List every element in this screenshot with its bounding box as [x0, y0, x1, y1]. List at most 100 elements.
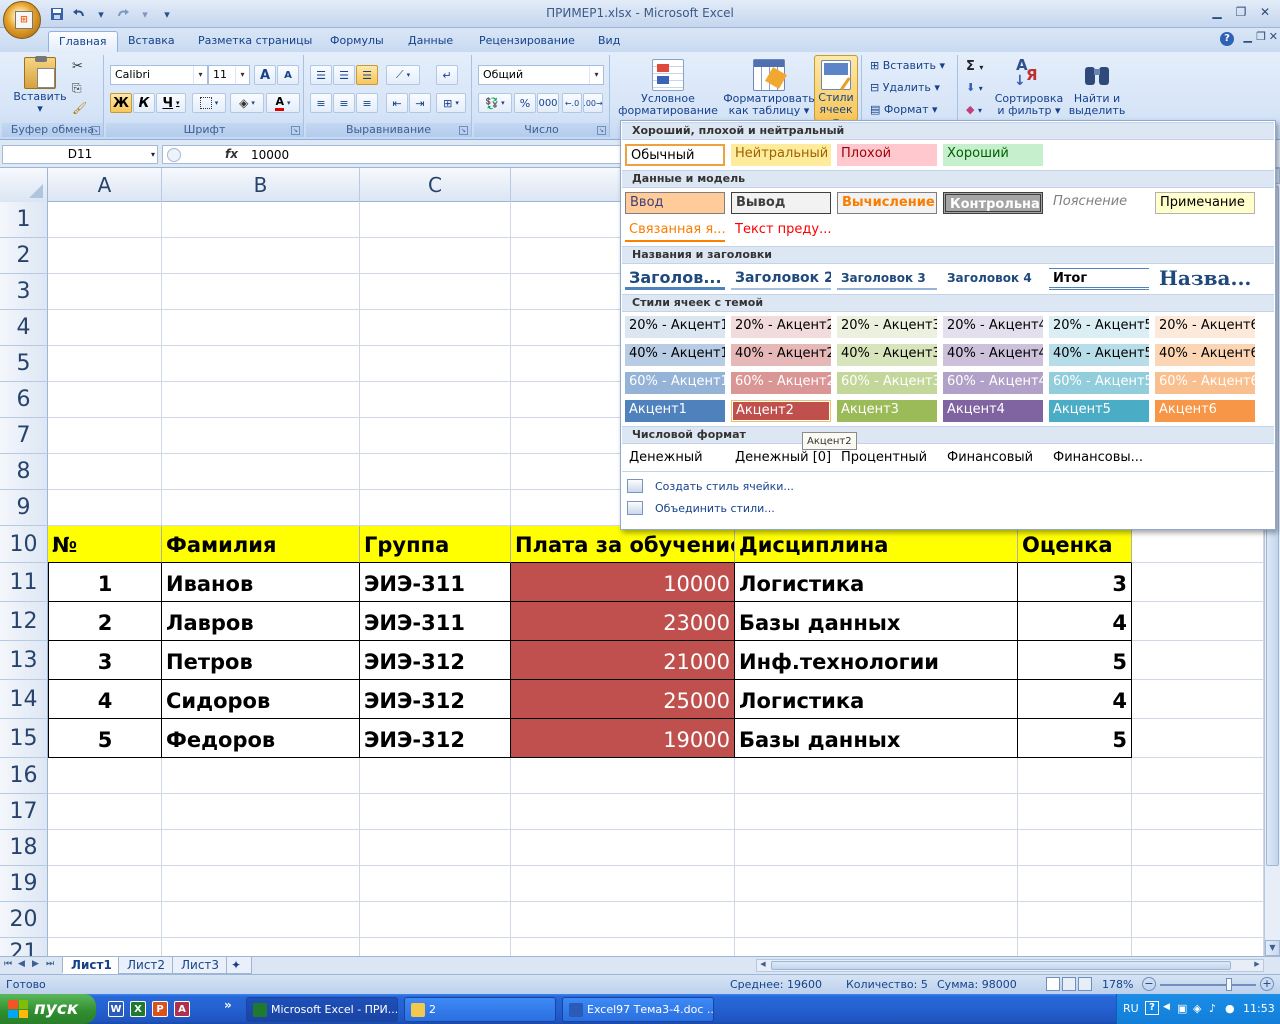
fill-color-button[interactable]: ◈ ▾ — [230, 93, 264, 113]
table-cell[interactable]: Логистика — [735, 680, 1018, 719]
prev-sheet-icon[interactable]: ◀ — [18, 959, 25, 969]
row-header[interactable]: 21 — [0, 938, 48, 956]
table-cell[interactable]: Петров — [162, 641, 360, 680]
font-name-combo[interactable]: Calibri ▾ — [110, 65, 208, 85]
align-middle-icon[interactable]: ☰ — [333, 65, 355, 85]
number-format-combo[interactable]: Общий ▾ — [478, 65, 604, 85]
last-sheet-icon[interactable]: ⏭ — [46, 959, 54, 969]
table-header-cell[interactable]: Дисциплина — [735, 526, 1018, 563]
help-tray-icon[interactable]: ? — [1145, 1001, 1159, 1015]
workbook-close-icon[interactable]: ✕ — [1269, 30, 1278, 43]
volume-icon[interactable]: ♪ — [1209, 1002, 1216, 1015]
create-cell-style-item[interactable]: Создать стиль ячейки... — [655, 480, 794, 493]
next-sheet-icon[interactable]: ▶ — [32, 959, 39, 969]
insert-sheet-icon[interactable]: ✦ — [226, 957, 252, 974]
zoom-slider-thumb[interactable] — [1226, 978, 1232, 991]
zoom-slider-track[interactable] — [1160, 984, 1256, 986]
merge-center-button[interactable]: ⊞ ▾ — [436, 93, 466, 113]
row-header[interactable]: 18 — [0, 830, 48, 866]
ribbon-restore-icon[interactable]: ❐ — [1256, 30, 1266, 43]
cell-style-option[interactable]: 60% - Акцент5 — [1049, 372, 1149, 394]
delete-cells-button[interactable]: ⊟ Удалить ▾ — [870, 81, 940, 94]
zoom-out-icon[interactable]: − — [1142, 977, 1156, 991]
table-header-cell[interactable]: Группа — [360, 526, 511, 563]
first-sheet-icon[interactable]: ⏮ — [4, 959, 12, 969]
cell-style-option[interactable]: 20% - Акцент1 — [625, 316, 725, 338]
table-cell[interactable]: Инф.технологии — [735, 641, 1018, 680]
format-cells-button[interactable]: ▤ Формат ▾ — [870, 103, 938, 116]
table-cell[interactable]: 3 — [1018, 563, 1132, 602]
security-icon[interactable]: ◈ — [1193, 1002, 1201, 1015]
currency-format-button[interactable]: 💱 ▾ — [478, 93, 512, 113]
shrink-font-button[interactable]: A — [277, 65, 299, 85]
cell-style-option[interactable]: Денежный [0] — [731, 448, 831, 470]
row-header[interactable]: 19 — [0, 866, 48, 902]
cell-style-option[interactable]: Вычисление — [837, 192, 937, 214]
cell-style-option[interactable]: Контрольна... — [943, 192, 1043, 214]
close-icon[interactable]: ✕ — [1254, 3, 1276, 21]
cell-style-option[interactable]: 60% - Акцент6 — [1155, 372, 1255, 394]
cell-style-option[interactable]: Ввод — [625, 192, 725, 214]
cell-style-option[interactable]: 60% - Акцент1 — [625, 372, 725, 394]
row-header[interactable]: 11 — [0, 563, 48, 602]
cell-style-option[interactable]: 40% - Акцент5 — [1049, 344, 1149, 366]
cell-style-option[interactable]: Финансовый — [943, 448, 1043, 470]
cell-style-option[interactable]: Итог — [1049, 268, 1149, 290]
cell-style-option[interactable]: Заголов... — [625, 268, 725, 290]
cell-style-option[interactable]: Плохой — [837, 144, 937, 166]
table-cell[interactable]: 2 — [48, 602, 162, 641]
row-header[interactable]: 13 — [0, 641, 48, 680]
cell-style-option[interactable]: 40% - Акцент6 — [1155, 344, 1255, 366]
select-all-button[interactable] — [0, 168, 48, 202]
wrap-text-icon[interactable]: ↵ — [436, 65, 458, 85]
grow-font-button[interactable]: A — [254, 65, 276, 85]
scroll-right-icon[interactable]: ▶ — [1251, 960, 1263, 971]
row-header[interactable]: 14 — [0, 680, 48, 719]
alignment-launcher-icon[interactable]: ↘ — [459, 126, 468, 135]
cell-style-option[interactable]: 40% - Акцент3 — [837, 344, 937, 366]
access-launch-icon[interactable]: A — [174, 1001, 190, 1017]
excel-launch-icon[interactable]: X — [130, 1001, 146, 1017]
underline-button[interactable]: Ч ▾ — [156, 93, 186, 113]
cell-style-option[interactable]: Заголовок 3 — [837, 268, 937, 290]
zoom-level[interactable]: 178% — [1102, 978, 1133, 991]
decrease-indent-icon[interactable]: ⇤ — [386, 93, 408, 113]
tab-home[interactable]: Главная — [48, 31, 118, 52]
table-cell[interactable]: Логистика — [735, 563, 1018, 602]
table-header-cell[interactable]: Оценка — [1018, 526, 1132, 563]
tab-page-layout[interactable]: Разметка страницы — [188, 31, 322, 52]
table-header-cell[interactable]: Фамилия — [162, 526, 360, 563]
row-header[interactable]: 8 — [0, 454, 48, 490]
network-icon[interactable]: ▣ — [1177, 1002, 1187, 1015]
fee-cell[interactable]: 10000 — [511, 563, 735, 602]
language-indicator[interactable]: RU — [1123, 1002, 1139, 1015]
align-left-icon[interactable]: ≡ — [310, 93, 332, 113]
table-header-cell[interactable]: № — [48, 526, 162, 563]
cell-style-option[interactable]: Связанная я... — [625, 220, 725, 242]
column-header-b[interactable]: B — [162, 168, 360, 202]
cell-style-option[interactable]: Назва... — [1155, 268, 1255, 290]
tab-view[interactable]: Вид — [588, 31, 630, 52]
cell-style-option[interactable]: 20% - Акцент2 — [731, 316, 831, 338]
ribbon-minimize-icon[interactable]: ▁ — [1244, 30, 1252, 43]
decrease-decimal-icon[interactable]: .00→ — [583, 93, 603, 113]
merge-styles-item[interactable]: Объединить стили... — [655, 502, 775, 515]
row-header[interactable]: 15 — [0, 719, 48, 758]
table-cell[interactable]: ЭИЭ-311 — [360, 563, 511, 602]
insert-function-button[interactable]: fx — [225, 147, 238, 161]
horizontal-scroll-thumb[interactable] — [771, 961, 1231, 970]
font-launcher-icon[interactable]: ↘ — [291, 126, 300, 135]
table-cell[interactable]: Сидоров — [162, 680, 360, 719]
cell-style-option[interactable]: Нейтральный — [731, 144, 831, 166]
tab-review[interactable]: Рецензирование — [469, 31, 585, 52]
align-center-icon[interactable]: ≡ — [333, 93, 355, 113]
column-header-c[interactable]: C — [360, 168, 511, 202]
row-header[interactable]: 2 — [0, 238, 48, 274]
quick-launch-more-icon[interactable]: » — [224, 998, 232, 1012]
cell-style-option[interactable]: Процентный — [837, 448, 937, 470]
save-icon[interactable] — [48, 6, 66, 22]
cell-style-option[interactable]: 20% - Акцент4 — [943, 316, 1043, 338]
cell-style-option[interactable]: 20% - Акцент3 — [837, 316, 937, 338]
row-header[interactable]: 10 — [0, 526, 48, 563]
cell-style-option[interactable]: Заголовок 4 — [943, 268, 1043, 290]
